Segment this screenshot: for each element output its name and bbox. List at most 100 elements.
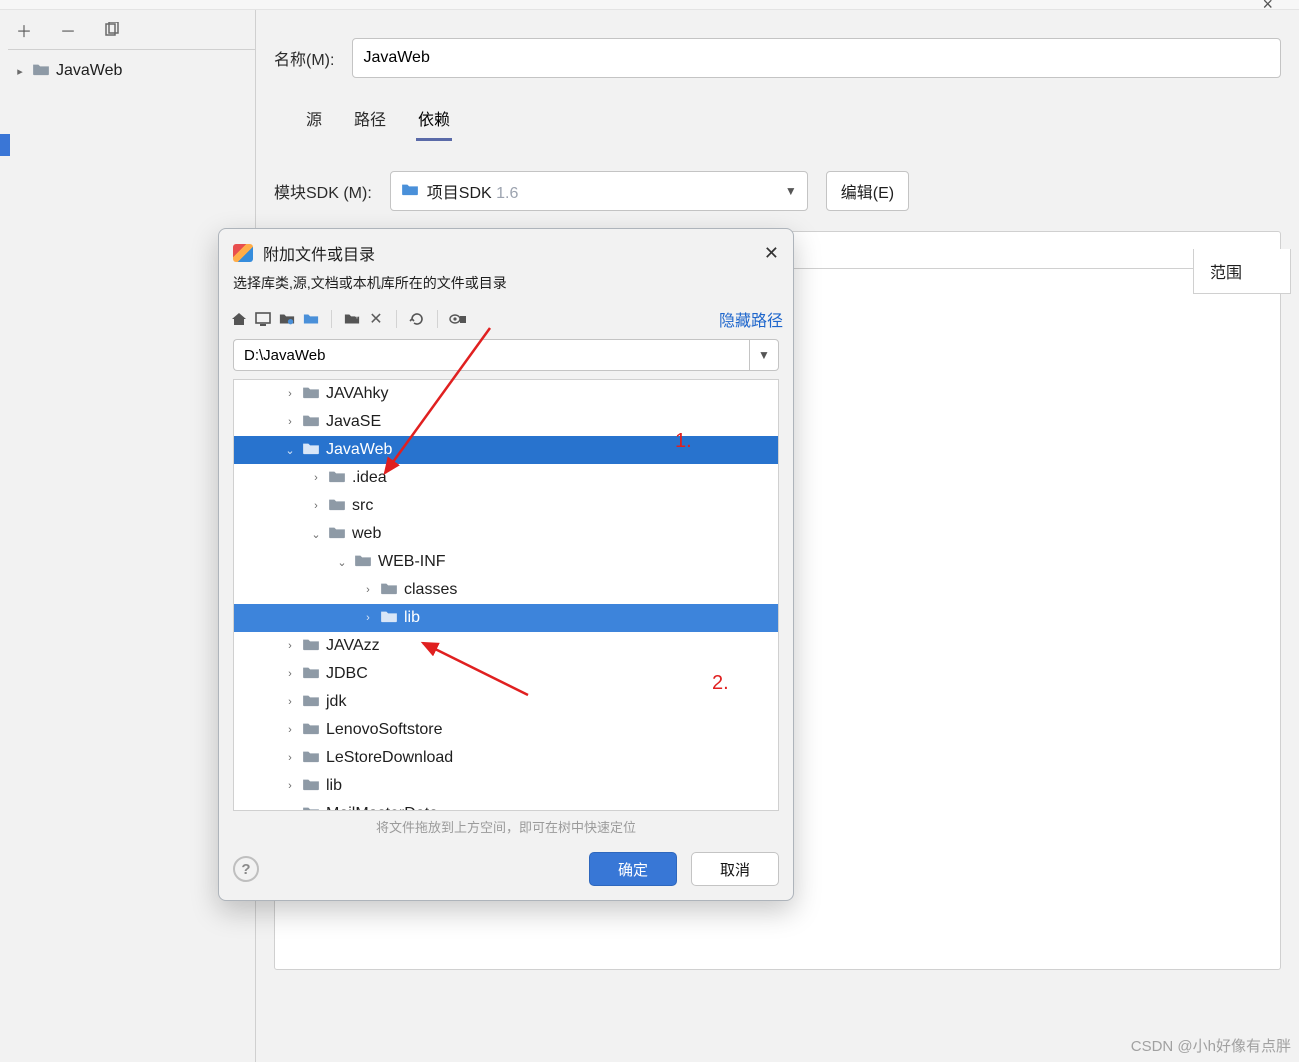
module-label: JavaWeb bbox=[56, 62, 122, 80]
edit-sdk-button[interactable]: 编辑(E) bbox=[826, 171, 909, 211]
sdk-label: 模块SDK (M): bbox=[274, 179, 372, 203]
sdk-value: 项目SDK 1.6 bbox=[427, 179, 519, 203]
chevron-right-icon[interactable]: › bbox=[284, 752, 296, 764]
tree-label: lib bbox=[404, 609, 420, 627]
tree-label: classes bbox=[404, 581, 457, 599]
chevron-right-icon[interactable]: ▸ bbox=[14, 65, 26, 78]
window-titlebar bbox=[0, 0, 1299, 10]
delete-icon[interactable]: ✕ bbox=[366, 309, 386, 329]
chevron-right-icon[interactable]: › bbox=[284, 696, 296, 708]
tree-label: JavaSE bbox=[326, 413, 381, 431]
dialog-toolbar: + ✕ 隐藏路径 bbox=[219, 305, 793, 339]
sdk-icon bbox=[401, 182, 419, 201]
path-input[interactable] bbox=[233, 339, 749, 371]
chevron-right-icon[interactable]: › bbox=[284, 640, 296, 652]
name-label: 名称(M): bbox=[274, 46, 334, 70]
tree-label: JDBC bbox=[326, 665, 368, 683]
ok-button[interactable]: 确定 bbox=[589, 852, 677, 886]
tab-source[interactable]: 源 bbox=[304, 102, 324, 141]
drop-hint: 将文件拖放到上方空间，即可在树中快速定位 bbox=[219, 817, 793, 836]
tree-label: MailMasterData bbox=[326, 805, 438, 811]
project-root-icon[interactable] bbox=[277, 309, 297, 329]
tree-row[interactable]: ›src bbox=[234, 492, 778, 520]
watermark: CSDN @小h好像有点胖 bbox=[1131, 1035, 1291, 1056]
home-icon[interactable] bbox=[229, 309, 249, 329]
close-icon[interactable]: ✕ bbox=[764, 243, 779, 264]
module-toolbar: ＋ － bbox=[8, 10, 255, 50]
add-icon[interactable]: ＋ bbox=[14, 20, 34, 40]
folder-icon bbox=[302, 665, 320, 684]
tree-row[interactable]: ⌄ web bbox=[234, 520, 778, 548]
intellij-icon bbox=[233, 244, 253, 262]
chevron-right-icon[interactable]: › bbox=[362, 584, 374, 596]
folder-icon bbox=[328, 525, 346, 544]
chevron-down-icon: ▼ bbox=[785, 184, 797, 198]
module-row[interactable]: ▸ JavaWeb bbox=[12, 58, 251, 84]
tree-row[interactable]: ⌄ JavaWeb bbox=[234, 436, 778, 464]
tree-row[interactable]: ⌄WEB-INF bbox=[234, 548, 778, 576]
desktop-icon[interactable] bbox=[253, 309, 273, 329]
dialog-description: 选择库类,源,文档或本机库所在的文件或目录 bbox=[219, 269, 793, 305]
tree-label: jdk bbox=[326, 693, 346, 711]
folder-icon bbox=[302, 693, 320, 712]
folder-icon bbox=[302, 721, 320, 740]
tree-row[interactable]: › JDBC bbox=[234, 660, 778, 688]
folder-icon bbox=[380, 581, 398, 600]
tree-row[interactable]: › .idea bbox=[234, 464, 778, 492]
folder-icon bbox=[302, 777, 320, 796]
chevron-down-icon[interactable]: ⌄ bbox=[336, 556, 348, 569]
module-root-icon[interactable] bbox=[301, 309, 321, 329]
tree-row[interactable]: › jdk bbox=[234, 688, 778, 716]
tree-label: lib bbox=[326, 777, 342, 795]
chevron-right-icon[interactable]: › bbox=[284, 416, 296, 428]
chevron-down-icon[interactable]: ⌄ bbox=[284, 444, 296, 457]
chevron-right-icon[interactable]: › bbox=[284, 780, 296, 792]
folder-icon bbox=[302, 749, 320, 768]
module-name-input[interactable] bbox=[352, 38, 1281, 78]
tree-label: .idea bbox=[352, 469, 387, 487]
tree-row[interactable]: › lib bbox=[234, 604, 778, 632]
attach-files-dialog: 附加文件或目录 ✕ 选择库类,源,文档或本机库所在的文件或目录 + ✕ 隐藏路径… bbox=[218, 228, 794, 901]
chevron-down-icon[interactable]: ⌄ bbox=[310, 528, 322, 541]
file-tree[interactable]: ›JAVAhky›JavaSE⌄JavaWeb›.idea›src⌄web⌄WE… bbox=[233, 379, 779, 811]
new-folder-icon[interactable]: + bbox=[342, 309, 362, 329]
folder-icon bbox=[302, 413, 320, 432]
module-tabs: 源 路径 依赖 bbox=[274, 102, 1281, 141]
tree-label: web bbox=[352, 525, 381, 543]
chevron-right-icon[interactable]: › bbox=[284, 668, 296, 680]
refresh-icon[interactable] bbox=[407, 309, 427, 329]
tree-row[interactable]: › LenovoSoftstore bbox=[234, 716, 778, 744]
help-icon[interactable]: ? bbox=[233, 856, 259, 882]
tree-row[interactable]: › classes bbox=[234, 576, 778, 604]
chevron-right-icon[interactable]: › bbox=[284, 724, 296, 736]
cancel-button[interactable]: 取消 bbox=[691, 852, 779, 886]
folder-icon bbox=[380, 609, 398, 628]
tree-label: JavaWeb bbox=[326, 441, 392, 459]
folder-icon bbox=[302, 805, 320, 812]
tab-path[interactable]: 路径 bbox=[352, 102, 388, 141]
chevron-right-icon[interactable]: › bbox=[310, 500, 322, 512]
show-hidden-icon[interactable] bbox=[448, 309, 468, 329]
chevron-right-icon[interactable]: › bbox=[310, 472, 322, 484]
dialog-title: 附加文件或目录 bbox=[263, 241, 375, 265]
tab-dependencies[interactable]: 依赖 bbox=[416, 102, 452, 141]
tree-row[interactable]: ›JAVAzz bbox=[234, 632, 778, 660]
tree-row[interactable]: › MailMasterData bbox=[234, 800, 778, 811]
folder-icon bbox=[302, 385, 320, 404]
chevron-right-icon[interactable]: › bbox=[284, 388, 296, 400]
folder-icon bbox=[302, 441, 320, 460]
remove-icon[interactable]: － bbox=[58, 20, 78, 40]
hide-path-link[interactable]: 隐藏路径 bbox=[719, 307, 783, 331]
tree-label: LenovoSoftstore bbox=[326, 721, 443, 739]
tree-row[interactable]: › lib bbox=[234, 772, 778, 800]
folder-icon bbox=[328, 497, 346, 516]
tree-row[interactable]: ›JAVAhky bbox=[234, 380, 778, 408]
path-history-button[interactable]: ▼ bbox=[749, 339, 779, 371]
tree-row[interactable]: › JavaSE bbox=[234, 408, 778, 436]
folder-icon bbox=[328, 469, 346, 488]
chevron-right-icon[interactable]: › bbox=[362, 612, 374, 624]
tree-row[interactable]: ›LeStoreDownload bbox=[234, 744, 778, 772]
sdk-select[interactable]: 项目SDK 1.6 ▼ bbox=[390, 171, 808, 211]
chevron-right-icon[interactable]: › bbox=[284, 808, 296, 811]
copy-icon[interactable] bbox=[102, 20, 122, 40]
